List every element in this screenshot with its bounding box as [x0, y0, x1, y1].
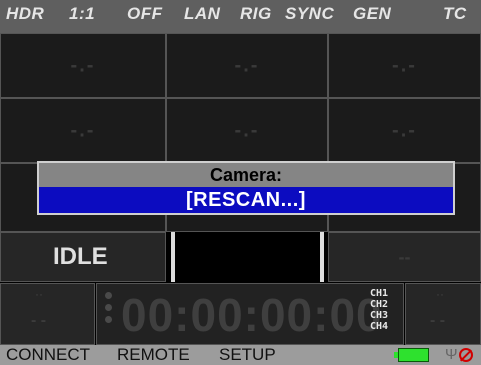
tc-left-mark: ˙˙	[35, 292, 43, 306]
grid-cell[interactable]: -.-	[0, 33, 166, 98]
device-screen: HDR 1:1 OFF LAN RIG SYNC GEN TC -.- -.- …	[0, 0, 481, 365]
tc-right-mark: ˙˙	[436, 292, 444, 306]
battery-icon	[398, 348, 429, 362]
gen-indicator: GEN	[353, 4, 392, 23]
lan-indicator: LAN	[184, 4, 221, 23]
cell-placeholder: -.-	[392, 119, 417, 141]
record-button[interactable]	[171, 232, 324, 282]
cell-placeholder: -.-	[234, 119, 260, 141]
connect-menu[interactable]: CONNECT	[6, 345, 90, 365]
status-aux-panel[interactable]: ‐‐	[328, 232, 481, 282]
channel-label: CH3	[370, 310, 389, 321]
grid-cell[interactable]: -.-	[0, 98, 166, 163]
tc-indicator: TC	[443, 4, 467, 23]
channel-list: CH1 CH2 CH3 CH4	[370, 288, 398, 332]
off-indicator: OFF	[127, 4, 163, 23]
tc-left-panel[interactable]: ˙˙ ‐ ‐	[0, 283, 95, 345]
grid-cell[interactable]: -.-	[328, 33, 481, 98]
dialog-title: Camera:	[39, 163, 453, 187]
timecode-panel[interactable]: 00:00:00:00 CH1 CH2 CH3 CH4	[96, 283, 404, 345]
tc-right-panel[interactable]: ˙˙ ‐ ‐	[405, 283, 481, 345]
top-status-bar: HDR 1:1 OFF LAN RIG SYNC GEN TC	[0, 0, 481, 33]
cell-placeholder: -.-	[70, 119, 96, 141]
camera-dialog: Camera: [RESCAN...]	[37, 161, 455, 215]
aux-placeholder: ‐‐	[398, 247, 411, 267]
cell-placeholder: -.-	[392, 54, 417, 76]
grid-cell[interactable]: -.-	[328, 98, 481, 163]
status-panel[interactable]: IDLE	[0, 232, 166, 282]
channel-label: CH1	[370, 288, 389, 299]
channel-label: CH4	[370, 321, 389, 332]
ratio-indicator: 1:1	[69, 4, 96, 23]
cell-placeholder: -.-	[70, 54, 96, 76]
sync-indicator: SYNC	[285, 4, 335, 23]
cell-placeholder: -.-	[234, 54, 260, 76]
status-label: IDLE	[53, 243, 108, 270]
timecode-row: ˙˙ ‐ ‐ 00:00:00:00 CH1 CH2 CH3 CH4 ˙˙ ‐ …	[0, 283, 481, 345]
bottom-menu-bar: CONNECT REMOTE SETUP Ψ	[0, 345, 481, 365]
remote-menu[interactable]: REMOTE	[117, 345, 190, 365]
rig-indicator: RIG	[240, 4, 272, 23]
tc-dots	[105, 292, 115, 328]
tc-right-mark: ‐ ‐	[430, 312, 446, 329]
rescan-option[interactable]: [RESCAN...]	[39, 187, 453, 213]
timecode-display: 00:00:00:00	[121, 289, 383, 341]
setup-menu[interactable]: SETUP	[219, 345, 276, 365]
antenna-icon: Ψ	[445, 346, 458, 363]
grid-cell[interactable]: -.-	[166, 33, 328, 98]
tc-left-mark: ‐ ‐	[31, 312, 47, 329]
hdr-indicator: HDR	[6, 4, 45, 23]
channel-label: CH2	[370, 299, 389, 310]
grid-cell[interactable]: -.-	[166, 98, 328, 163]
no-signal-icon	[459, 348, 473, 362]
